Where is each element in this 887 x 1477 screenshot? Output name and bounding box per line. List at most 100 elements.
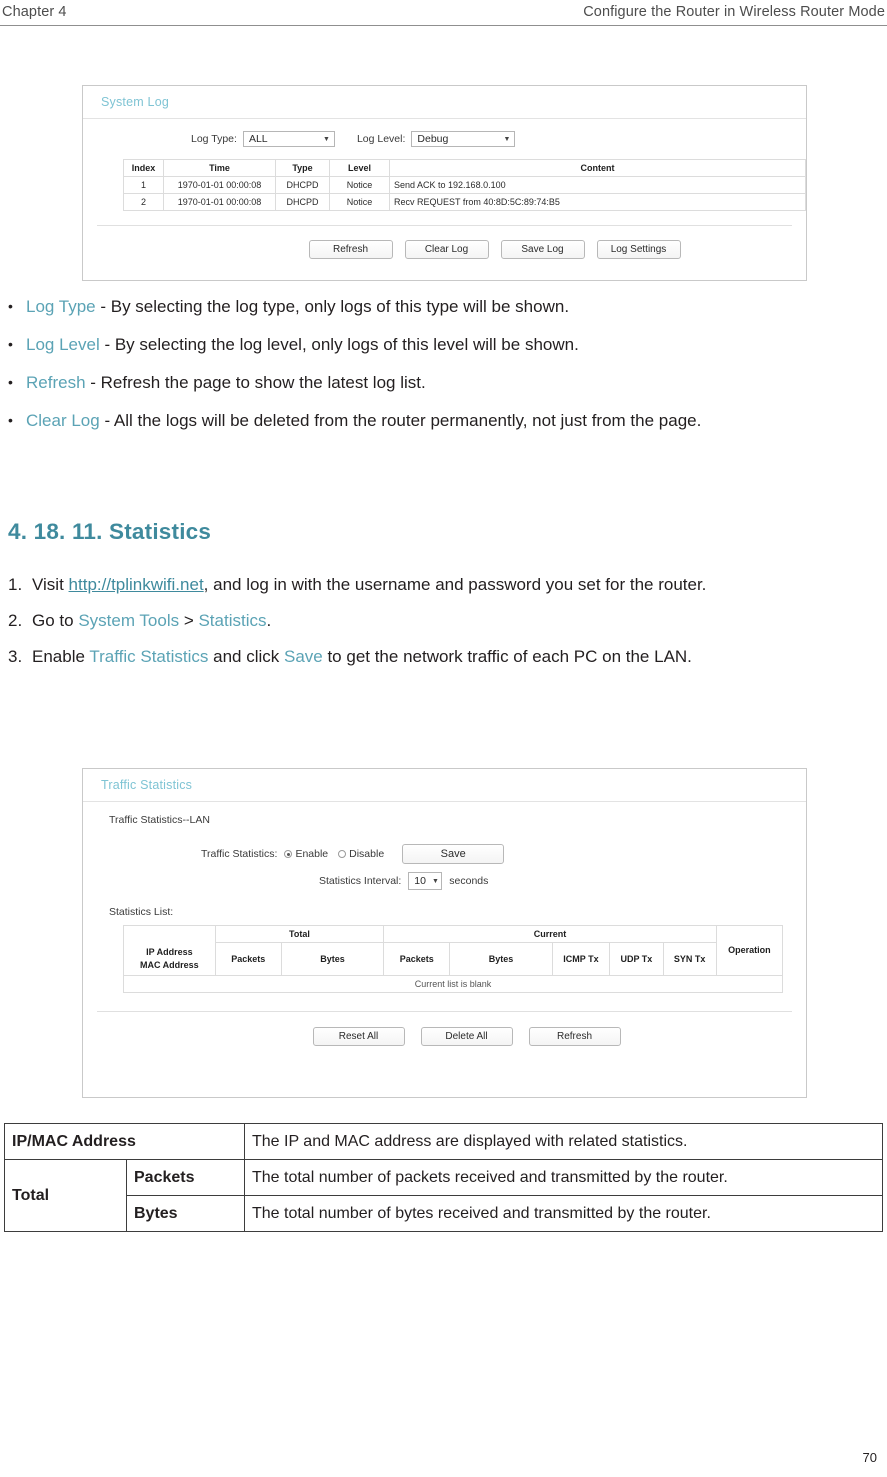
reset-all-button[interactable]: Reset All [312, 1026, 405, 1046]
log-settings-button[interactable]: Log Settings [596, 240, 681, 259]
col-current-packets: Packets [383, 942, 451, 976]
cell-type: DHCPD [275, 176, 330, 194]
list-item: 3. Enable Traffic Statistics and click S… [8, 642, 886, 672]
refresh-button[interactable]: Refresh [308, 240, 393, 259]
log-filter-row: Log Type: ALL ▼ Log Level: Debug ▼ [191, 131, 792, 147]
page-title: 4. 18. 11. Statistics [8, 519, 212, 544]
traffic-statistics-button-row: Reset All Delete All Refresh [97, 1026, 792, 1046]
list-item-text: Log Type - By selecting the log type, on… [26, 292, 569, 321]
step1-pre: Visit [32, 575, 69, 594]
cell-time: 1970-01-01 00:00:08 [163, 193, 276, 211]
term-desc: - By selecting the log type, only logs o… [95, 297, 570, 316]
row-desc-packets: The total number of packets received and… [244, 1159, 883, 1196]
table-row: Bytes The total number of bytes received… [5, 1195, 883, 1232]
system-log-table: Index Time Type Level Content 1 1970-01-… [123, 159, 806, 211]
empty-list-message: Current list is blank [123, 974, 783, 993]
col-type: Type [275, 159, 330, 177]
col-total-bytes: Bytes [280, 942, 385, 976]
traffic-statistics-panel-title: Traffic Statistics [83, 769, 806, 802]
system-log-header-row: Index Time Type Level Content [123, 159, 806, 177]
step-text: Visit http://tplinkwifi.net, and log in … [32, 570, 706, 600]
statistics-list-table: Total Current Operation IP Address MAC A… [123, 925, 784, 993]
row-desc-ip-mac-address: The IP and MAC address are displayed wit… [244, 1123, 883, 1160]
bullet-icon: • [8, 374, 13, 390]
seconds-label: seconds [449, 875, 489, 887]
chevron-down-icon: ▼ [323, 135, 330, 143]
bullet-icon: • [8, 412, 13, 428]
cell-time: 1970-01-01 00:00:08 [163, 176, 276, 194]
col-current-bytes: Bytes [449, 942, 553, 976]
term-log-type: Log Type [26, 297, 96, 316]
group-total: Total [214, 925, 385, 943]
enable-radio-icon[interactable] [284, 850, 293, 858]
col-operation: Operation [715, 925, 784, 976]
refresh-button[interactable]: Refresh [528, 1026, 621, 1046]
row-label-total: Total [4, 1159, 127, 1232]
step2-sep: > [179, 611, 199, 630]
list-item: • Clear Log - All the logs will be delet… [8, 406, 883, 435]
save-log-button[interactable]: Save Log [500, 240, 585, 259]
ip-address-label: IP Address [146, 946, 193, 957]
list-item: 2. Go to System Tools > Statistics. [8, 606, 886, 636]
table-row: IP/MAC Address The IP and MAC address ar… [4, 1123, 883, 1160]
delete-all-button[interactable]: Delete All [420, 1026, 513, 1046]
row-label-packets: Packets [126, 1159, 245, 1196]
log-level-select[interactable]: Debug ▼ [411, 131, 516, 147]
menu-statistics: Statistics [198, 611, 267, 630]
list-item: 1. Visit http://tplinkwifi.net, and log … [8, 570, 886, 600]
step-text: Enable Traffic Statistics and click Save… [32, 642, 692, 672]
statistics-header-row: IP Address MAC Address Packets Bytes Pac… [123, 942, 783, 976]
enable-label: Enable [295, 848, 329, 860]
log-type-label: Log Type: [191, 133, 237, 145]
col-level: Level [329, 159, 390, 177]
disable-radio-icon[interactable] [338, 850, 347, 858]
cell-type: DHCPD [275, 193, 330, 211]
bullet-icon: • [8, 336, 13, 352]
enable-radio-group[interactable]: Enable [284, 848, 328, 860]
disable-label: Disable [349, 848, 385, 860]
term-desc: - By selecting the log level, only logs … [99, 335, 579, 354]
statistics-interval-select[interactable]: 10 ▼ [408, 872, 443, 890]
traffic-statistics-toggle-row: Traffic Statistics: Enable Disable Save [201, 844, 792, 864]
group-blank-cell [123, 925, 216, 943]
log-level-label: Log Level: [356, 133, 406, 145]
term-desc: - All the logs will be deleted from the … [99, 411, 702, 430]
disable-radio-group[interactable]: Disable [338, 848, 384, 860]
list-item: • Refresh - Refresh the page to show the… [8, 368, 883, 397]
step3-post: to get the network traffic of each PC on… [322, 647, 692, 666]
menu-system-tools: System Tools [78, 611, 180, 630]
step2-pre: Go to [32, 611, 79, 630]
statistics-steps-list: 1. Visit http://tplinkwifi.net, and log … [8, 570, 886, 678]
col-total-packets: Packets [214, 942, 282, 976]
step1-post: , and log in with the username and passw… [203, 575, 707, 594]
statistics-interval-row: Statistics Interval: 10 ▼ seconds [319, 872, 792, 890]
page-number: 70 [862, 1450, 877, 1465]
bullet-icon: • [8, 298, 13, 314]
col-icmp-tx: ICMP Tx [551, 942, 611, 976]
page-header: Chapter 4 Configure the Router in Wirele… [0, 0, 887, 26]
step2-post: . [266, 611, 272, 630]
col-content: Content [389, 159, 806, 177]
chapter-title: Configure the Router in Wireless Router … [583, 4, 885, 20]
save-button[interactable]: Save [402, 844, 505, 864]
term-log-level: Log Level [26, 335, 100, 354]
log-type-select[interactable]: ALL ▼ [242, 131, 335, 147]
traffic-statistics-screenshot: Traffic Statistics Traffic Statistics--L… [82, 768, 807, 1098]
term-desc: - Refresh the page to show the latest lo… [85, 373, 426, 392]
list-item: • Log Type - By selecting the log type, … [8, 292, 883, 321]
tplinkwifi-link[interactable]: http://tplinkwifi.net [69, 575, 204, 594]
cell-level: Notice [329, 176, 390, 194]
statistics-list-label: Statistics List: [109, 906, 174, 918]
clear-log-button[interactable]: Clear Log [404, 240, 489, 259]
step-marker: 3. [8, 647, 23, 666]
chevron-down-icon: ▼ [431, 877, 439, 885]
traffic-statistics-lan-label: Traffic Statistics--LAN [109, 814, 210, 826]
step-marker: 2. [8, 611, 23, 630]
col-udp-tx: UDP Tx [609, 942, 664, 976]
cell-content: Recv REQUEST from 40:8D:5C:89:74:B5 [389, 193, 806, 211]
col-time: Time [163, 159, 276, 177]
option-traffic-statistics: Traffic Statistics [89, 647, 209, 666]
table-row: 1 1970-01-01 00:00:08 DHCPD Notice Send … [123, 176, 806, 194]
system-log-screenshot: System Log Log Type: ALL ▼ Log Level: De… [82, 85, 807, 281]
log-options-list: • Log Type - By selecting the log type, … [8, 292, 883, 444]
